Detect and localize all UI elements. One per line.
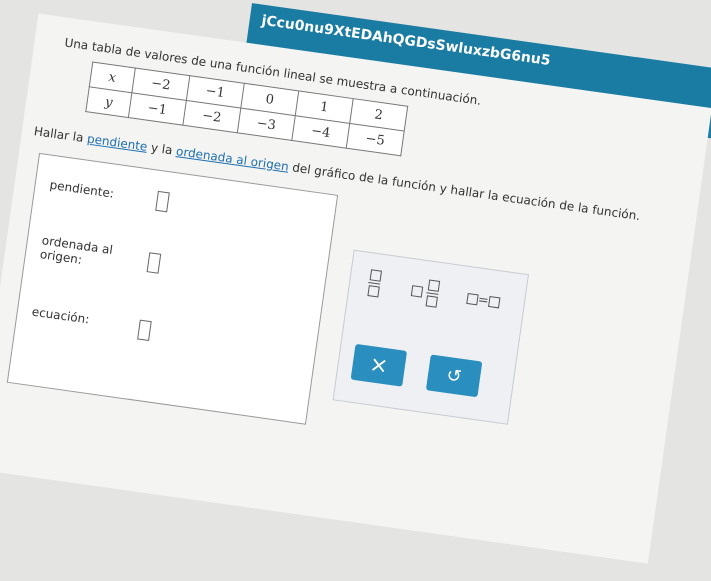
instruction-prefix: Hallar la <box>33 124 89 146</box>
ordenada-link[interactable]: ordenada al origen <box>175 144 289 174</box>
mixed-number-key[interactable] <box>410 277 441 308</box>
fraction-icon <box>366 269 382 298</box>
slope-label: pendiente: <box>48 177 115 201</box>
math-keypad: = × ↺ <box>332 249 529 425</box>
equation-input[interactable] <box>137 319 152 342</box>
worksheet: jCcu0nu9XtEDAhQGDsSwluxzbG6nu5 nte, la o… <box>0 0 711 570</box>
close-icon: × <box>367 351 390 379</box>
intercept-label: ordenada al origen: <box>39 233 114 267</box>
equation-key[interactable]: = <box>466 291 501 310</box>
instruction-middle: y la <box>146 139 178 158</box>
fraction-key[interactable] <box>366 269 382 298</box>
slope-input[interactable] <box>155 190 170 213</box>
undo-icon: ↺ <box>445 364 464 388</box>
pendiente-link[interactable]: pendiente <box>86 132 148 154</box>
problem-panel: Una tabla de valores de una función line… <box>0 13 711 564</box>
table-row-label: y <box>85 86 132 118</box>
equation-label: ecuación: <box>30 304 91 327</box>
answer-box: pendiente: ordenada al origen: ecuación: <box>6 152 339 425</box>
clear-button[interactable]: × <box>350 343 408 387</box>
undo-button[interactable]: ↺ <box>425 354 483 398</box>
mixed-number-icon <box>410 285 424 298</box>
intercept-input[interactable] <box>146 252 162 274</box>
instruction-suffix: del gráfico de la función y hallar la ec… <box>287 159 642 224</box>
